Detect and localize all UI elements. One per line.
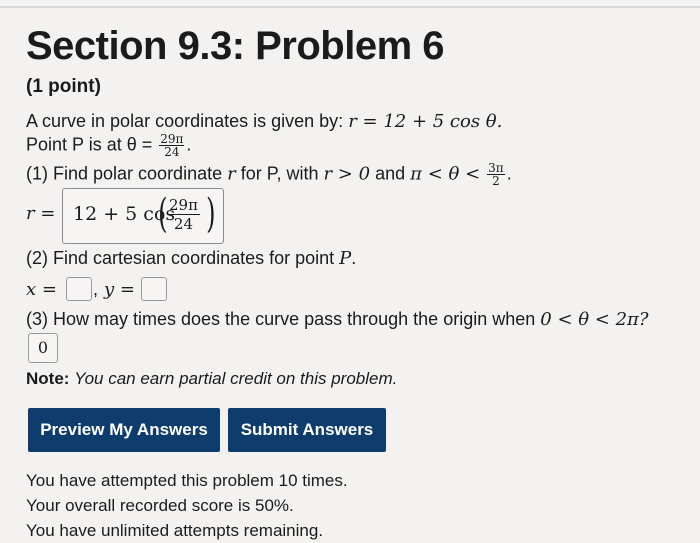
point-text: Point P is at θ = (26, 134, 153, 155)
part2-line: (2) Find cartesian coordinates for point… (26, 248, 357, 269)
part3-label: (3) How may times does the curve pass th… (26, 309, 536, 329)
y-coordinate-input[interactable] (141, 277, 167, 301)
part3-line: (3) How may times does the curve pass th… (26, 309, 649, 330)
part1-and: and (375, 163, 406, 184)
preview-answers-button[interactable]: Preview My Answers (28, 408, 220, 452)
note-label: Note: (26, 369, 70, 388)
point-theta-fraction: 29π 24 (159, 133, 185, 159)
part1-range-denominator: 2 (492, 174, 500, 188)
part1-answer-denominator: 24 (173, 215, 194, 233)
intro-line: A curve in polar coordinates is given by… (26, 111, 502, 132)
part1-label: (1) Find polar coordinate (26, 163, 223, 184)
part1-answer-field[interactable]: 12 + 5 cos ( 29π 24 ) (62, 188, 224, 244)
part1-range-fraction: 3π 2 (487, 162, 505, 187)
right-paren: ) (206, 191, 216, 237)
point-line: Point P is at θ = 29π 24. (26, 132, 192, 159)
x-coordinate-input[interactable] (66, 277, 92, 301)
remaining-status: You have unlimited attempts remaining. (26, 521, 324, 540)
submit-answers-button[interactable]: Submit Answers (228, 408, 386, 452)
y-label: y = (104, 279, 135, 300)
problem-page: Section 9.3: Problem 6 (1 point) A curve… (0, 0, 700, 543)
curve-equation: r = 12 + 5 cos θ. (348, 111, 503, 132)
part1-condition: r > 0 (323, 163, 371, 185)
point-theta-denominator: 24 (164, 145, 180, 159)
attempts-status: You have attempted this problem 10 times… (26, 471, 348, 490)
note-line: Note: You can earn partial credit on thi… (26, 369, 397, 389)
intro-text: A curve in polar coordinates is given by… (26, 111, 344, 131)
problem-title: Section 9.3: Problem 6 (26, 24, 445, 68)
points-label: (1 point) (26, 76, 101, 97)
x-label: x = (26, 279, 57, 300)
part2-label: (2) Find cartesian coordinates for point (26, 248, 335, 268)
part1-mid: for P, with (240, 163, 319, 184)
part1-line: (1) Find polar coordinate r for P, with … (26, 161, 512, 188)
part3-answer-field[interactable]: 0 (28, 333, 58, 363)
part1-answer-lhs: r = (26, 203, 56, 224)
part1-answer-numerator: 29π (167, 196, 200, 215)
top-divider (0, 6, 700, 8)
part1-range: π < θ < (410, 163, 481, 185)
part1-answer-fraction: 29π 24 (167, 196, 200, 233)
part3-range: 0 < θ < 2π? (540, 309, 649, 330)
score-status: Your overall recorded score is 50%. (26, 496, 294, 515)
note-text: You can earn partial credit on this prob… (74, 369, 398, 388)
